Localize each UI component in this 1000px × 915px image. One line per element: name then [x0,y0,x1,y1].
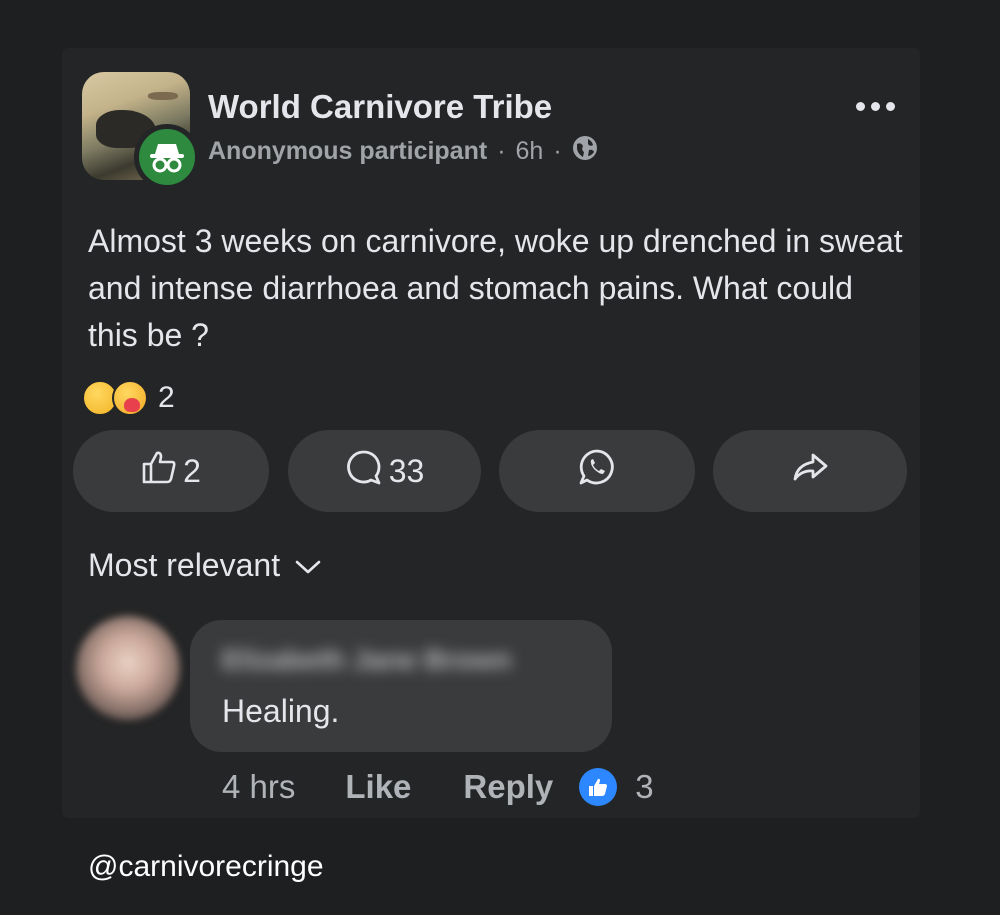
meta-separator: · [497,137,506,165]
commenter-name[interactable]: Elizabeth Jane Brown [222,644,511,676]
commenter-avatar[interactable] [76,616,180,720]
comment-text: Healing. [222,693,340,729]
post-body: Almost 3 weeks on carnivore, woke up dre… [88,223,903,353]
post-meta: Anonymous participant · 6h · [208,135,598,168]
care-reaction-icon [112,380,148,416]
sort-label: Most relevant [88,547,281,583]
share-icon [790,447,830,495]
comment-sort-dropdown[interactable]: Most relevant [88,547,322,584]
anonymous-participant-icon [134,124,200,190]
watermark-handle: @carnivorecringe [88,850,324,883]
reaction-count: 2 [158,381,175,414]
comment-like-count[interactable]: 3 [635,768,653,806]
thumbs-up-icon [141,449,177,493]
comment-time[interactable]: 4 hrs [222,768,295,806]
share-button[interactable] [713,430,907,512]
reactions-summary[interactable]: 2 [82,380,175,416]
more-options-button[interactable] [852,94,898,118]
comment-icon [345,448,383,494]
comment-like-button[interactable]: Like [345,768,411,806]
post-time[interactable]: 6h [516,137,544,166]
like-count: 2 [183,452,201,489]
globe-icon [572,135,598,168]
comment-bubble: Elizabeth Jane Brown Healing. [190,620,612,752]
whatsapp-share-button[interactable] [499,430,695,512]
like-reaction-icon [579,768,618,806]
group-name[interactable]: World Carnivore Tribe [208,88,552,126]
chevron-down-icon [294,547,322,584]
comment-count: 33 [388,452,425,489]
group-avatar[interactable] [82,72,200,190]
author-name[interactable]: Anonymous participant [208,137,487,166]
comment-button[interactable]: 33 [288,430,481,512]
whatsapp-icon [577,447,617,495]
like-button[interactable]: 2 [73,430,269,512]
comment-actions: 4 hrs Like Reply 3 [222,768,654,806]
comment-reply-button[interactable]: Reply [463,768,553,806]
meta-separator: · [553,137,562,165]
